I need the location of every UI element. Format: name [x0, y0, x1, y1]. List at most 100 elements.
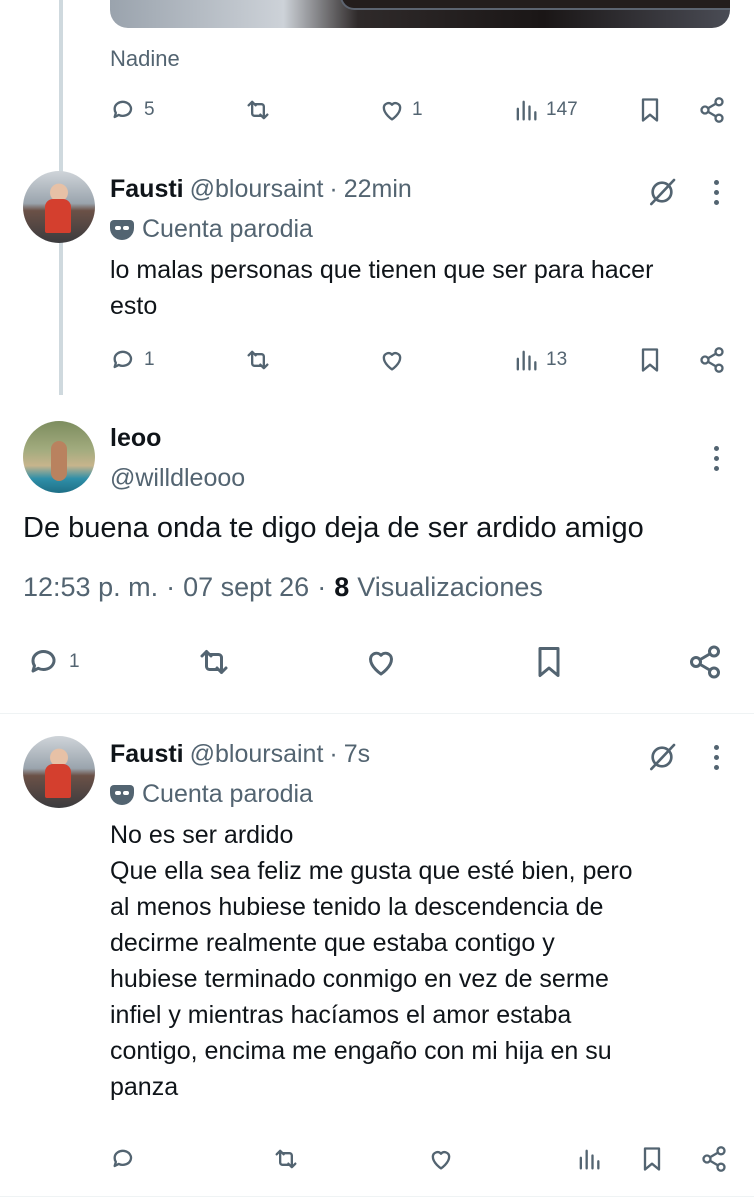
share-button[interactable]: [698, 96, 726, 124]
views-icon: [579, 1149, 600, 1170]
retweet-button[interactable]: [272, 1145, 300, 1173]
share-button[interactable]: [687, 644, 723, 680]
share-icon: [700, 97, 724, 123]
bookmark-icon: [641, 348, 659, 372]
avatar[interactable]: [23, 421, 95, 493]
text-line: decirme realmente que estaba contigo y: [110, 929, 555, 957]
divider: [0, 713, 754, 714]
tweet-date[interactable]: 07 sept 26: [183, 572, 309, 603]
avatar[interactable]: [23, 171, 95, 243]
more-icon[interactable]: [714, 446, 719, 471]
parody-text: Cuenta parodia: [142, 215, 313, 243]
text-line: No es ser ardido: [110, 821, 294, 849]
divider: [0, 1196, 754, 1197]
parody-text: Cuenta parodia: [142, 780, 313, 808]
bookmark-button[interactable]: [638, 1145, 666, 1173]
user-handle[interactable]: @bloursaint: [190, 175, 324, 204]
bookmark-button[interactable]: [636, 346, 664, 374]
tweet-text: lo malas personas que tienen que ser par…: [110, 256, 654, 320]
like-icon: [369, 651, 393, 676]
media-caption: Nadine: [110, 46, 180, 71]
like-icon: [431, 1151, 451, 1170]
text-line: contigo, encima me engaño con mi hija en…: [110, 1037, 612, 1065]
reply2-header: Fausti @bloursaint · 7s: [110, 740, 370, 769]
more-icon[interactable]: [714, 180, 719, 205]
retweet-button[interactable]: [244, 96, 272, 124]
text-line: hubiese terminado conmigo en vez de serm…: [110, 965, 609, 993]
like-button[interactable]: [378, 346, 406, 374]
like-button[interactable]: [363, 644, 399, 680]
reply-icon: [113, 350, 133, 369]
views-button[interactable]: 13: [512, 346, 567, 374]
separator: ·: [329, 740, 338, 768]
views-count: 13: [546, 349, 568, 370]
share-button[interactable]: [700, 1145, 728, 1173]
text-line: Que ella sea feliz me gusta que esté bie…: [110, 857, 633, 885]
reply1-header: Fausti @bloursaint · 22min: [110, 175, 412, 204]
text-line: panza: [110, 1073, 179, 1101]
share-icon: [690, 645, 720, 679]
parody-mask-icon: [110, 784, 134, 805]
retweet-icon: [275, 1149, 297, 1169]
parody-label: Cuenta parodia: [110, 780, 313, 809]
more-icon[interactable]: [714, 745, 719, 770]
grok-icon[interactable]: [646, 741, 678, 773]
user-name[interactable]: Fausti: [110, 740, 184, 769]
reply-button[interactable]: [110, 1145, 138, 1173]
parody-mask-icon: [110, 219, 134, 240]
retweet-icon: [200, 650, 228, 674]
views-count: 8: [334, 572, 350, 602]
avatar[interactable]: [23, 736, 95, 808]
user-handle[interactable]: @bloursaint: [190, 740, 324, 769]
user-name[interactable]: leoo: [110, 424, 161, 453]
like-icon: [382, 102, 402, 121]
bookmark-icon: [538, 647, 560, 677]
text-line: al menos hubiese tenido la descendencia …: [110, 893, 604, 921]
tweet-text: No es ser ardido Que ella sea feliz me g…: [110, 817, 750, 1105]
like-icon: [382, 352, 402, 371]
separator: ·: [329, 175, 338, 203]
bookmark-button[interactable]: [636, 96, 664, 124]
retweet-icon: [247, 100, 269, 120]
user-handle[interactable]: @willdleooo: [110, 464, 245, 493]
text-line: infiel y mientras hacíamos el amor estab…: [110, 1001, 572, 1029]
like-button[interactable]: 1: [378, 96, 423, 124]
parody-label: Cuenta parodia: [110, 215, 313, 244]
grok-icon[interactable]: [646, 176, 678, 208]
reply-count: 1: [69, 651, 80, 672]
retweet-button[interactable]: [244, 346, 272, 374]
reply-button[interactable]: 1: [27, 644, 80, 680]
views-button[interactable]: [575, 1145, 603, 1173]
user-name[interactable]: Fausti: [110, 175, 184, 204]
tweet-meta: 12:53 p. m. · 07 sept 26 · 8 Visualizaci…: [23, 572, 543, 603]
bookmark-button[interactable]: [531, 644, 567, 680]
reply-icon: [31, 650, 56, 673]
timestamp[interactable]: 7s: [344, 740, 370, 769]
reply-button[interactable]: 5: [110, 96, 155, 124]
media-preview[interactable]: [110, 0, 730, 28]
share-button[interactable]: [698, 346, 726, 374]
reply-icon: [113, 1149, 133, 1168]
bookmark-icon: [641, 98, 659, 122]
bookmark-icon: [643, 1147, 661, 1171]
views-icon: [516, 350, 537, 371]
timestamp[interactable]: 22min: [344, 175, 412, 204]
views-button[interactable]: 147: [512, 96, 578, 124]
views-icon: [516, 100, 537, 121]
reply-count: 1: [144, 349, 155, 370]
reply-button[interactable]: 1: [110, 346, 155, 374]
separator: ·: [166, 572, 176, 602]
reply-icon: [113, 100, 133, 119]
separator: ·: [317, 572, 327, 602]
tweet-time[interactable]: 12:53 p. m.: [23, 572, 158, 603]
like-count: 1: [412, 99, 423, 120]
retweet-icon: [247, 350, 269, 370]
retweet-button[interactable]: [196, 644, 232, 680]
tweet-text: De buena onda te digo deja de ser ardido…: [23, 512, 644, 544]
share-icon: [702, 1146, 726, 1172]
like-button[interactable]: [427, 1145, 455, 1173]
share-icon: [700, 347, 724, 373]
reply-count: 5: [144, 99, 155, 120]
views-label[interactable]: Visualizaciones: [357, 572, 543, 603]
views-count: 147: [546, 99, 578, 120]
